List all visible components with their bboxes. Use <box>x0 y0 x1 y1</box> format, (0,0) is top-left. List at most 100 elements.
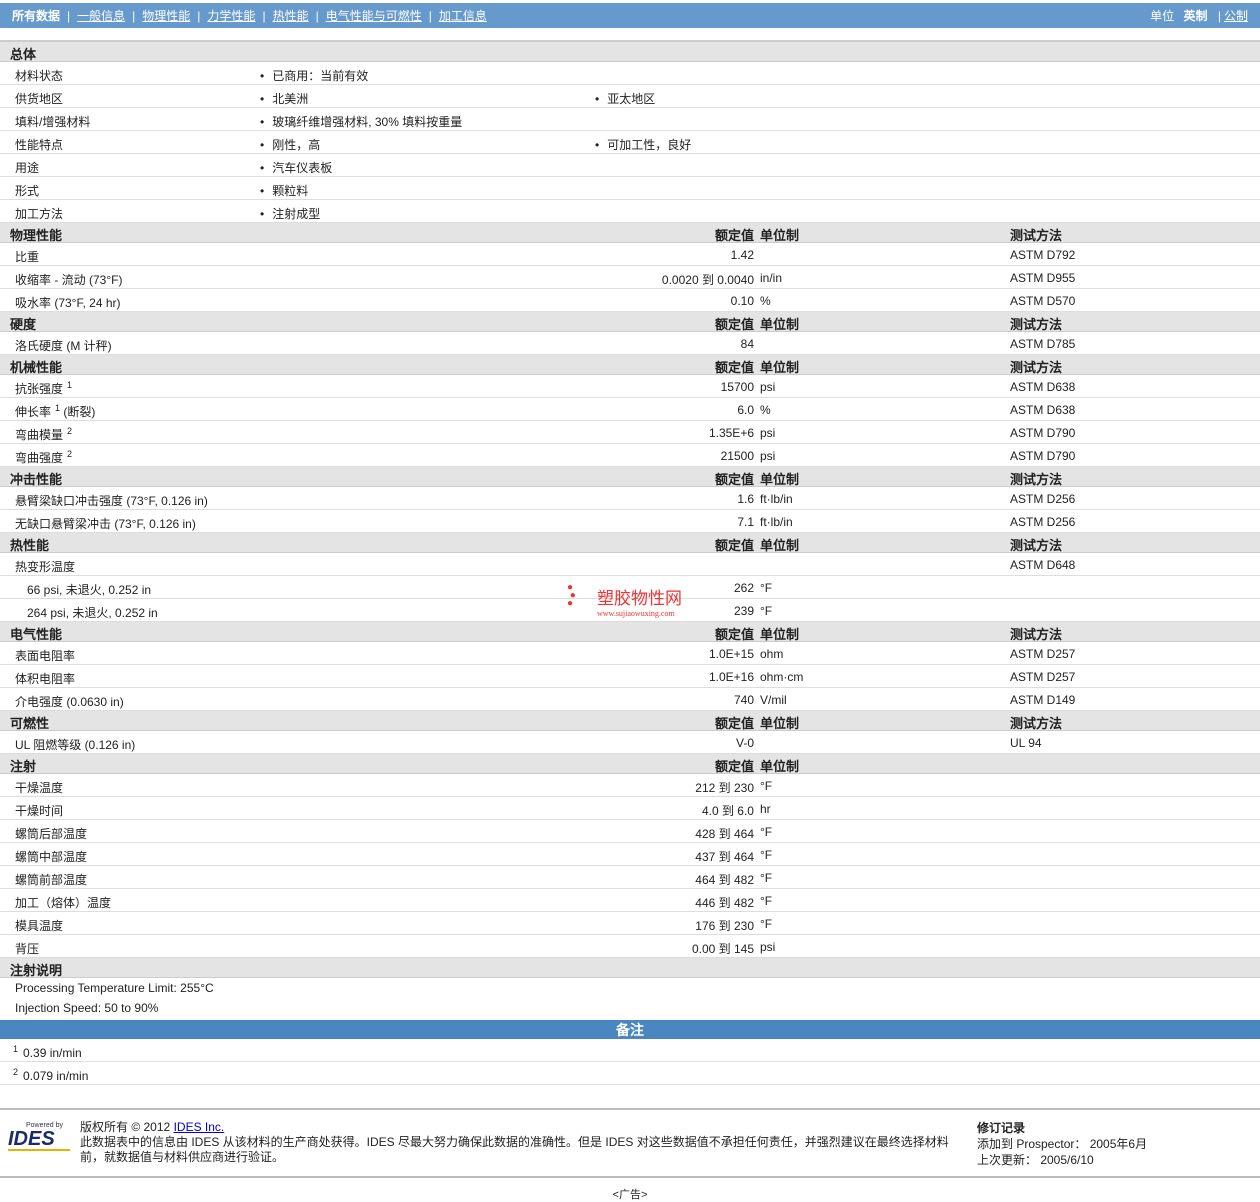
property-value: 15700 <box>720 380 754 394</box>
property-name: 抗张强度 1 <box>15 380 72 397</box>
property-name: 填料/增强材料 <box>15 115 91 129</box>
property-label: 弯曲强度 <box>15 451 64 465</box>
property-label: 悬臂梁缺口冲击强度 (73°F, 0.126 in) <box>15 494 208 508</box>
property-label: 收缩率 - 流动 (73°F) <box>15 273 123 287</box>
nav-item[interactable]: 物理性能 <box>142 9 190 23</box>
property-label: 螺筒前部温度 <box>15 873 88 887</box>
property-name: 表面电阻率 <box>15 647 75 664</box>
col-header-unit: 单位制 <box>760 360 800 375</box>
property-unit: ohm·cm <box>760 670 804 684</box>
footnote-number: 1 <box>13 1044 19 1054</box>
footnote-ref: 2 <box>67 449 73 459</box>
section-header: 冲击性能 额定值 单位制 测试方法 <box>0 467 1260 487</box>
property-value: 1.6 <box>737 492 754 506</box>
property-unit: ft·lb/in <box>760 492 793 506</box>
table-row: 加工（熔体）温度 446 到 482 °F <box>0 889 1260 912</box>
test-method: ASTM D790 <box>1010 449 1076 463</box>
unit-metric-link[interactable]: 公制 <box>1224 9 1248 23</box>
property-name: 伸长率 1 (断裂) <box>15 403 95 420</box>
col-header-value: 额定值 <box>714 716 754 731</box>
property-value: 176 到 230 <box>695 919 754 933</box>
section-header: 热性能 额定值 单位制 测试方法 <box>0 533 1260 553</box>
col-header-method: 测试方法 <box>1010 627 1063 642</box>
property-name: 背压 <box>15 940 39 957</box>
footnote-ref: 2 <box>67 426 73 436</box>
property-value: 428 到 464 <box>695 827 754 841</box>
nav-item[interactable]: 热性能 <box>273 9 309 23</box>
footnote-value: 0.39 in/min <box>23 1046 82 1060</box>
table-row: 供货地区 北美洲 亚太地区 <box>0 85 1260 108</box>
test-method: ASTM D570 <box>1010 294 1076 308</box>
property-label: 弯曲模量 <box>15 428 64 442</box>
property-label: 加工（熔体）温度 <box>15 896 112 910</box>
col-header-unit: 单位制 <box>760 472 800 487</box>
property-unit: psi <box>760 449 776 463</box>
property-name: 弯曲强度 2 <box>15 449 72 466</box>
property-name: 干燥时间 <box>15 802 63 819</box>
property-unit: % <box>760 403 771 417</box>
property-label: 无缺口悬臂梁冲击 (73°F, 0.126 in) <box>15 517 196 531</box>
property-label: 洛氏硬度 (M 计秤) <box>15 339 112 353</box>
property-value: 已商用：当前有效 <box>260 67 368 84</box>
property-name: 体积电阻率 <box>15 670 75 687</box>
property-value: 玻璃纤维增强材料, 30% 填料按重量 <box>260 113 462 130</box>
section-title: 热性能 <box>10 538 50 553</box>
table-row: 表面电阻率 1.0E+15 ohm ASTM D257 <box>0 642 1260 665</box>
property-value: 4.0 到 6.0 <box>701 804 754 818</box>
col-header-value: 额定值 <box>714 759 754 774</box>
section-header: 硬度 额定值 单位制 测试方法 <box>0 312 1260 332</box>
property-label: 螺筒后部温度 <box>15 827 88 841</box>
table-row: 背压 0.00 到 145 psi <box>0 935 1260 958</box>
property-name: 材料状态 <box>15 69 64 83</box>
test-method: ASTM D638 <box>1010 403 1076 417</box>
property-label: 66 psi, 未退火, 0.252 in <box>27 583 152 597</box>
datasheet: 总体材料状态 已商用：当前有效供货地区 北美洲 亚太地区填料/增强材料 玻璃纤维增强材料… <box>0 42 1260 1085</box>
notes-header: 备注 <box>0 1020 1260 1039</box>
nav-item-active[interactable]: 所有数据 <box>12 9 60 23</box>
col-header-value: 额定值 <box>714 538 754 553</box>
property-name: 螺筒中部温度 <box>15 848 87 865</box>
revision-title: 修订记录 <box>977 1121 1026 1135</box>
property-unit: hr <box>760 802 771 816</box>
property-value: 1.42 <box>730 248 754 262</box>
section-header: 可燃性 额定值 单位制 测试方法 <box>0 711 1260 731</box>
property-name: 供货地区 <box>15 92 64 106</box>
table-row: 形式 颗粒料 <box>0 177 1260 200</box>
property-value: 0.00 到 145 <box>691 942 754 956</box>
col-header-method: 测试方法 <box>1010 317 1063 332</box>
footnote-text: 1 0.39 in/min <box>13 1044 82 1060</box>
property-unit: °F <box>760 825 773 839</box>
table-row: 吸水率 (73°F, 24 hr) 0.10% ASTM D570 <box>0 289 1260 312</box>
property-unit: °F <box>760 779 773 793</box>
property-label: 热变形温度 <box>15 560 76 574</box>
table-row: 螺筒中部温度 437 到 464 °F <box>0 843 1260 866</box>
nav-item[interactable]: 电气性能与可燃性 <box>326 9 422 23</box>
property-label: 介电强度 (0.0630 in) <box>15 695 124 709</box>
table-row: 洛氏硬度 (M 计秤) 84 ASTM D785 <box>0 332 1260 355</box>
nav-bar: 所有数据 | 一般信息 | 物理性能 | 力学性能 | 热性能 | 电气性能与可燃性 | 加工信息 单位… <box>0 3 1260 28</box>
property-value: 464 到 482 <box>695 873 754 887</box>
property-label: 背压 <box>15 942 40 956</box>
col-header-unit: 单位制 <box>760 716 800 731</box>
nav-links: 所有数据 | 一般信息 | 物理性能 | 力学性能 | 热性能 | 电气性能与可燃性 | 加工信息 <box>12 7 487 24</box>
table-row: 介电强度 (0.0630 in) 740 V/mil ASTM D149 <box>0 688 1260 711</box>
property-value: 北美洲 <box>260 90 308 107</box>
property-name: 加工（熔体）温度 <box>15 894 111 911</box>
note-text: Processing Temperature Limit: 255°C <box>15 981 214 995</box>
table-row: 螺筒前部温度 464 到 482 °F <box>0 866 1260 889</box>
property-name: 螺筒后部温度 <box>15 825 87 842</box>
watermark-text: 塑胶物性网 <box>597 589 682 608</box>
nav-item[interactable]: 力学性能 <box>207 9 255 23</box>
property-name: 无缺口悬臂梁冲击 (73°F, 0.126 in) <box>15 515 196 532</box>
nav-item[interactable]: 加工信息 <box>439 9 487 23</box>
col-header-value: 额定值 <box>714 360 754 375</box>
nav-item[interactable]: 一般信息 <box>77 9 125 23</box>
property-value: 239 <box>733 604 754 618</box>
logo-text: IDES <box>8 1129 70 1151</box>
property-unit: % <box>760 294 771 308</box>
test-method: ASTM D256 <box>1010 492 1076 506</box>
ides-link[interactable]: IDES Inc. <box>174 1120 225 1134</box>
property-value: 262 <box>733 581 754 595</box>
property-name: 加工方法 <box>15 207 64 221</box>
section-title: 机械性能 <box>10 360 63 375</box>
